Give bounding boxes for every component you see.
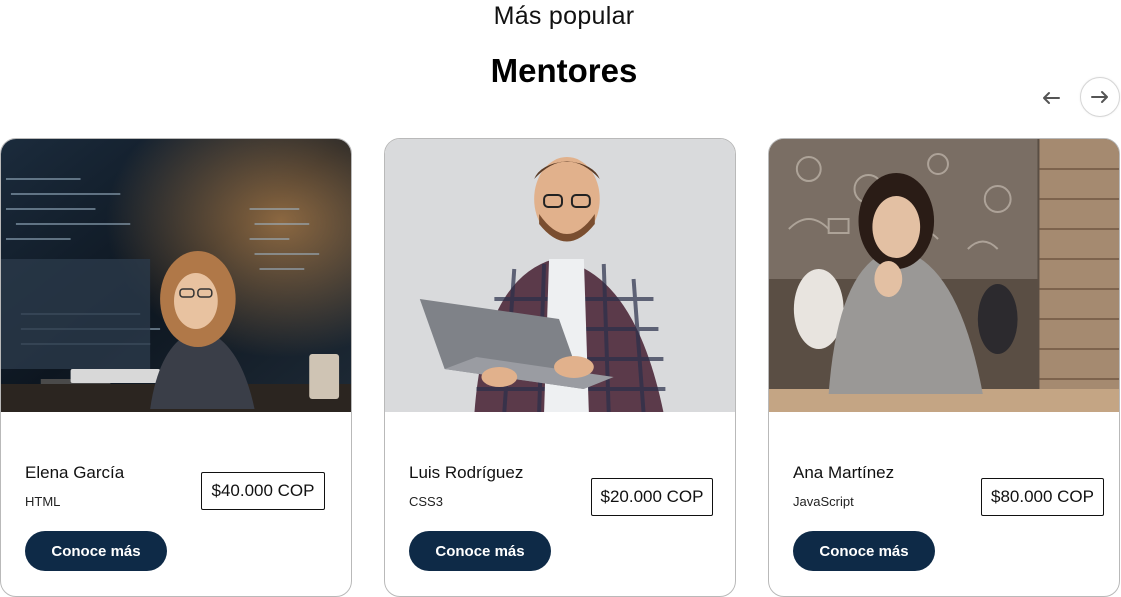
mentor-skill: HTML — [25, 494, 61, 509]
conoce-mas-button[interactable]: Conoce más — [793, 531, 935, 571]
mentor-skill: JavaScript — [793, 494, 854, 509]
mentor-photo — [385, 139, 735, 412]
section-subtitle: Más popular — [493, 2, 635, 30]
mentor-skill: CSS3 — [409, 494, 443, 509]
mentor-photo — [769, 139, 1119, 412]
mentor-photo — [1, 139, 351, 412]
arrow-left-icon — [1043, 92, 1060, 104]
section-title: Mentores — [490, 52, 638, 89]
mentor-name: Elena García — [25, 463, 125, 482]
mentor-card: Ana Martínez JavaScript $80.000 COP Cono… — [768, 138, 1120, 597]
price-badge: $80.000 COP — [981, 478, 1104, 516]
arrow-right-icon — [1091, 91, 1108, 103]
conoce-mas-button[interactable]: Conoce más — [409, 531, 551, 571]
mentor-card: Luis Rodríguez CSS3 $20.000 COP Conoce m… — [384, 138, 736, 597]
mentor-card: Elena García HTML $40.000 COP Conoce más — [0, 138, 352, 597]
price-badge: $40.000 COP — [201, 472, 325, 510]
mentor-name: Luis Rodríguez — [409, 463, 524, 482]
carousel-next-button[interactable] — [1080, 77, 1120, 117]
carousel-prev-button[interactable] — [1032, 79, 1070, 117]
mentor-name: Ana Martínez — [793, 463, 895, 482]
conoce-mas-button[interactable]: Conoce más — [25, 531, 167, 571]
price-badge: $20.000 COP — [591, 478, 713, 516]
